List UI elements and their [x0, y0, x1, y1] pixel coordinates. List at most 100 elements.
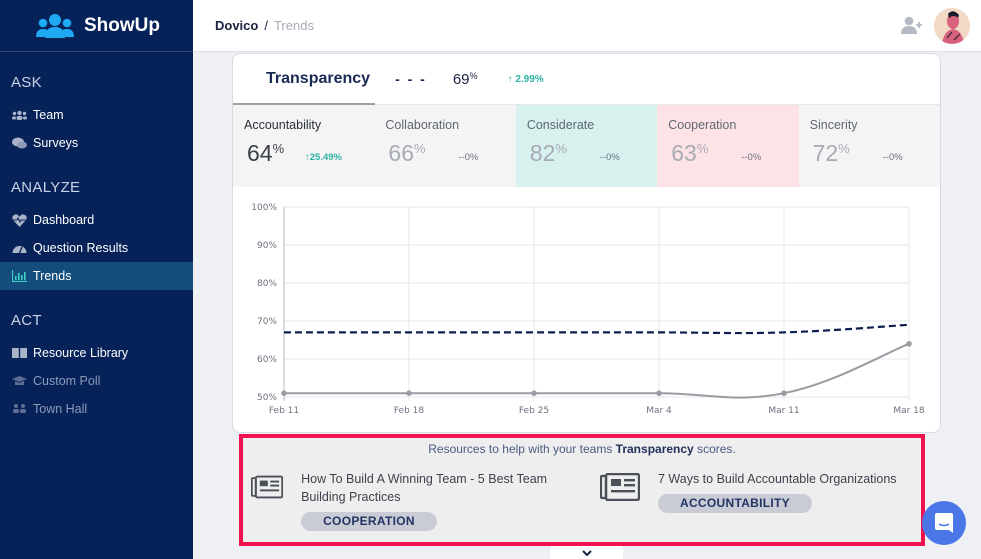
sidebar-item-label: Custom Poll — [33, 374, 101, 388]
metric-value-unit: % — [838, 141, 850, 156]
sidebar-item-label: Team — [33, 108, 64, 122]
legend-dash-marker: - - - — [395, 71, 427, 87]
x-tick-label: Feb 25 — [519, 406, 549, 416]
resources-panel: Resources to help with your teams Transp… — [239, 434, 925, 546]
sidebar-item-dashboard[interactable]: Dashboard — [0, 206, 193, 234]
y-tick-label: 90% — [257, 241, 277, 251]
metric-change: --0% — [741, 152, 762, 163]
metric-change: ↑25.49% — [305, 152, 342, 163]
metric-change-value: 25.49% — [309, 152, 342, 163]
y-tick-label: 50% — [257, 393, 277, 403]
resource-item[interactable]: 7 Ways to Build Accountable Organization… — [600, 470, 920, 513]
metric-label: Considerate — [526, 118, 595, 132]
x-tick-label: Mar 11 — [768, 406, 799, 416]
metric-value: 63% — [671, 140, 708, 167]
chat-launcher-button[interactable] — [922, 501, 966, 545]
section-title-act: ACT — [11, 312, 42, 329]
trend-title: Transparency — [266, 70, 371, 87]
metric-tab-cooperation[interactable]: Cooperation 63% --0% — [657, 105, 799, 187]
sidebar-item-custom-poll[interactable]: Custom Poll — [0, 367, 193, 395]
add-user-icon — [901, 16, 922, 34]
metric-value-unit: % — [696, 141, 709, 156]
y-tick-label: 60% — [257, 355, 277, 365]
resources-heading-topic: Transparency — [615, 442, 694, 456]
trend-card-header: Transparency - - - 69% ↑ 2.99% — [233, 54, 940, 105]
trend-change: ↑ 2.99% — [508, 74, 544, 85]
trend-chart: 50% 60% 70% 80% 90% 100% Feb 11 Feb 18 Feb 25 Mar… — [233, 188, 940, 432]
sidebar-item-label: Trends — [33, 269, 72, 283]
x-tick-label: Mar 18 — [893, 406, 925, 416]
metric-value-number: 66 — [388, 140, 414, 166]
resource-tag[interactable]: COOPERATION — [301, 512, 437, 531]
series-line-accountability — [284, 342, 910, 399]
sidebar-item-label: Resource Library — [33, 346, 129, 360]
metric-tab-collaboration[interactable]: Collaboration 66% --0% — [374, 105, 516, 187]
sidebar-item-question-results[interactable]: Question Results — [0, 234, 193, 262]
resource-body: How To Build A Winning Team - 5 Best Tea… — [301, 470, 581, 531]
people-logo-icon — [36, 13, 74, 38]
chevron-down-icon — [581, 549, 592, 556]
sidebar-item-label: Town Hall — [33, 402, 88, 416]
scroll-down-button[interactable] — [550, 546, 623, 559]
resource-title[interactable]: 7 Ways to Build Accountable Organization… — [658, 470, 897, 488]
data-point-accountability — [906, 341, 912, 347]
gauge-icon — [11, 242, 27, 254]
newspaper-icon — [251, 475, 284, 499]
resources-heading-prefix: Resources to help with your teams — [428, 442, 613, 456]
sidebar-item-team[interactable]: Team — [0, 101, 193, 129]
sidebar-item-town-hall[interactable]: Town Hall — [0, 395, 193, 423]
data-point-accountability — [531, 390, 537, 396]
metric-value: 72% — [813, 140, 850, 167]
add-user-button[interactable] — [901, 16, 923, 34]
metric-label: Cooperation — [668, 118, 737, 132]
team-icon — [11, 109, 27, 121]
metric-value-number: 72 — [812, 140, 839, 166]
resource-item[interactable]: How To Build A Winning Team - 5 Best Tea… — [251, 470, 581, 531]
breadcrumb-separator: / — [264, 18, 268, 33]
metric-change: --0% — [599, 152, 620, 163]
sidebar-item-label: Surveys — [33, 136, 79, 150]
metric-label: Collaboration — [385, 118, 460, 132]
metric-label: Accountability — [244, 118, 322, 132]
metric-value: 66% — [388, 140, 425, 167]
metric-value: 82% — [530, 140, 567, 167]
metric-value-unit: % — [414, 141, 426, 156]
trend-value: 69% — [453, 71, 478, 88]
metric-value-unit: % — [555, 141, 567, 156]
resource-body: 7 Ways to Build Accountable Organization… — [658, 470, 897, 513]
trend-value-number: 69 — [452, 70, 470, 88]
data-point-accountability — [406, 390, 412, 396]
metrics-row: Accountability 64% ↑25.49% Collaboration… — [233, 105, 940, 187]
sidebar-item-resource-library[interactable]: Resource Library — [0, 339, 193, 367]
section-title-ask: ASK — [11, 74, 42, 91]
sidebar-item-trends[interactable]: Trends — [0, 262, 193, 290]
newspaper-icon — [600, 473, 640, 501]
metric-tab-sincerity[interactable]: Sincerity 72% --0% — [798, 105, 940, 187]
y-tick-label: 100% — [251, 203, 277, 213]
resources-heading-suffix: scores. — [697, 442, 736, 456]
metric-tab-considerate[interactable]: Considerate 82% --0% — [515, 105, 658, 187]
metric-value-number: 82 — [529, 140, 556, 166]
trend-chart-svg: 50% 60% 70% 80% 90% 100% Feb 11 Feb 18 Feb 25 Mar… — [251, 203, 925, 416]
app-logo[interactable]: ShowUp — [0, 0, 193, 52]
trend-change-value: 2.99% — [515, 73, 544, 85]
metric-tab-accountability[interactable]: Accountability 64% ↑25.49% — [233, 105, 375, 187]
y-tick-label: 80% — [257, 279, 277, 289]
chat-bubbles-icon — [11, 137, 27, 149]
user-avatar[interactable] — [934, 8, 970, 44]
graduation-cap-icon — [11, 375, 27, 387]
sidebar: ShowUp ASK Team Surveys ANALYZE Dashboar… — [0, 0, 193, 559]
resource-tag[interactable]: ACCOUNTABILITY — [658, 494, 812, 513]
series-line-transparency — [284, 323, 910, 335]
heart-pulse-icon — [11, 213, 27, 227]
data-point-accountability — [781, 390, 787, 396]
breadcrumb-root[interactable]: Dovico — [215, 18, 258, 33]
trend-card: Transparency - - - 69% ↑ 2.99% Accountab… — [232, 53, 941, 433]
book-icon — [11, 347, 27, 359]
bar-chart-icon — [11, 270, 27, 282]
breadcrumb-current: Trends — [273, 18, 314, 33]
resource-title[interactable]: How To Build A Winning Team - 5 Best Tea… — [301, 470, 581, 506]
metric-label: Sincerity — [809, 118, 858, 132]
x-tick-label: Feb 11 — [269, 406, 299, 416]
sidebar-item-surveys[interactable]: Surveys — [0, 129, 193, 157]
